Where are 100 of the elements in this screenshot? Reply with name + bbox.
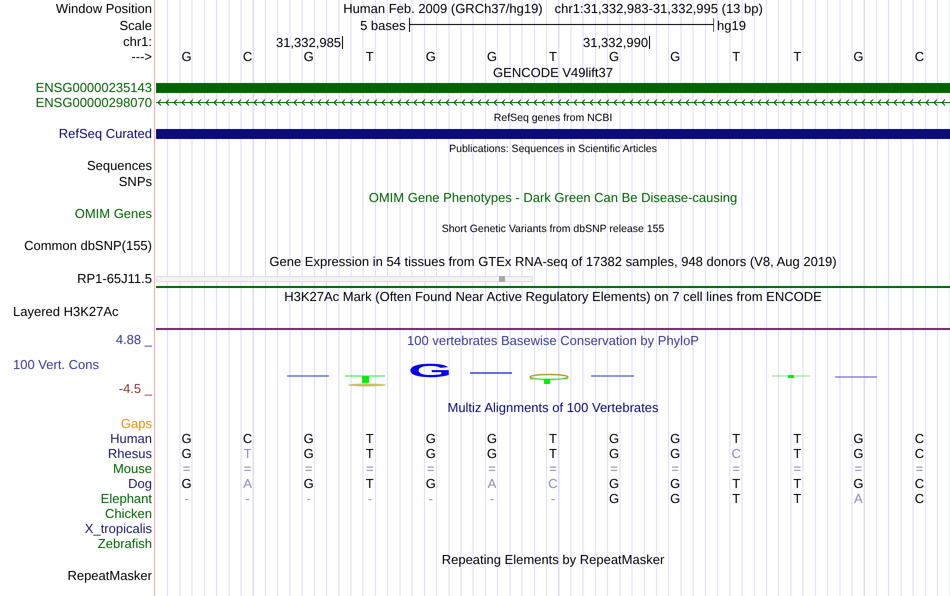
- base-letter: T: [732, 49, 740, 64]
- base-letter: G: [426, 49, 436, 64]
- alignment-base: G: [426, 476, 436, 491]
- track-title: H3K27Ac Mark (Often Found Near Active Regulatory Elements) on 7 cell lines from ENCODE: [284, 288, 822, 304]
- alignment-base: =: [549, 461, 557, 476]
- scale-text: 5 bases: [360, 18, 406, 32]
- axis-min-label: -4.5 _: [118, 381, 152, 396]
- alignment-base: -: [490, 491, 494, 506]
- sequence-logo-letter: G: [408, 360, 452, 382]
- alignment-base: G: [853, 431, 864, 446]
- alignment-base: G: [426, 446, 436, 461]
- base-letter: G: [853, 49, 864, 64]
- alignment-base: T: [793, 491, 802, 506]
- alignment-base: G: [304, 476, 314, 491]
- track-title: 100 vertebrates Basewise Conservation by PhyloP: [407, 332, 699, 348]
- axis-max-label: 4.88 _: [116, 332, 152, 347]
- track-title: Repeating Elements by RepeatMasker: [442, 552, 664, 566]
- base-letter: T: [549, 49, 557, 64]
- alignment-base: -: [306, 491, 311, 506]
- alignment-base: G: [426, 431, 436, 446]
- track-label: SNPs: [118, 174, 152, 188]
- track-label: Chicken: [105, 506, 152, 521]
- base-letter: T: [366, 49, 374, 64]
- alignment-base: C: [732, 446, 741, 461]
- track-label: Zebrafish: [98, 536, 152, 551]
- track-label: Human: [110, 431, 152, 446]
- alignment-base: -: [184, 491, 189, 506]
- alignment-base: G: [609, 446, 620, 461]
- alignment-base: T: [732, 476, 740, 491]
- track-label: Sequences: [86, 158, 152, 172]
- track-label: ENSG00000298070: [36, 95, 152, 110]
- base-letter: G: [609, 49, 620, 64]
- base-letter: G: [304, 49, 314, 64]
- alignment-base: G: [853, 446, 864, 461]
- alignment-base: =: [854, 461, 862, 476]
- alignment-base: T: [366, 476, 374, 491]
- alignment-base: C: [914, 491, 924, 506]
- alignment-base: =: [916, 461, 924, 476]
- alignment-base: C: [914, 446, 924, 461]
- alignment-base: =: [671, 461, 679, 476]
- alignment-base: G: [670, 431, 680, 446]
- alignment-base: G: [609, 491, 620, 506]
- track-label: Common dbSNP(155): [24, 238, 152, 252]
- alignment-base: A: [854, 491, 863, 506]
- track-label: Rhesus: [108, 446, 152, 461]
- alignment-base: G: [609, 476, 620, 491]
- track-label: RepeatMasker: [67, 568, 152, 582]
- alignment-base: T: [732, 491, 740, 506]
- alignment-base: G: [670, 446, 680, 461]
- alignment-base: C: [914, 431, 924, 446]
- alignment-base: -: [245, 491, 250, 506]
- alignment-base: G: [486, 446, 497, 461]
- alignment-base: G: [181, 476, 192, 491]
- alignment-base: -: [428, 491, 433, 506]
- alignment-base: G: [670, 491, 680, 506]
- alignment-base: G: [304, 446, 314, 461]
- track-label: X_tropicalis: [84, 521, 152, 536]
- alignment-base: =: [366, 461, 374, 476]
- track-title: OMIM Gene Phenotypes - Dark Green Can Be Disease-causing: [368, 190, 738, 204]
- base-letter: G: [486, 49, 497, 64]
- alignment-base: T: [793, 476, 802, 491]
- track-label: Layered H3K27Ac: [13, 304, 119, 319]
- alignment-base: T: [549, 446, 557, 461]
- alignment-base: G: [853, 476, 864, 491]
- assembly-title: Human Feb. 2009 (GRCh37/hg19): [343, 1, 543, 16]
- alignment-base: C: [242, 431, 252, 446]
- track-label: ENSG00000235143: [36, 80, 152, 95]
- alignment-base: -: [368, 491, 372, 506]
- alignment-base: C: [548, 476, 558, 491]
- alignment-base: A: [243, 476, 252, 491]
- track-label: OMIM Genes: [74, 206, 152, 220]
- alignment-base: C: [914, 476, 924, 491]
- track-label: Gaps: [120, 416, 152, 430]
- alignment-base: T: [549, 431, 557, 446]
- track-label: Scale: [119, 18, 152, 32]
- position-tick-label: 31,332,990: [582, 36, 650, 49]
- track-title: RefSeq genes from NCBI: [494, 112, 612, 124]
- alignment-base: T: [793, 431, 802, 446]
- alignment-base: G: [486, 431, 497, 446]
- alignment-base: G: [181, 431, 192, 446]
- base-letter: G: [181, 49, 192, 64]
- base-letter: C: [242, 49, 252, 64]
- track-title: Short Genetic Variants from dbSNP release 155: [442, 223, 664, 235]
- alignment-base: -: [550, 491, 556, 506]
- track-label: Window Position: [56, 1, 152, 16]
- alignment-base: T: [793, 446, 802, 461]
- base-letter: T: [793, 49, 802, 64]
- alignment-base: =: [244, 461, 252, 476]
- alignment-base: T: [366, 431, 374, 446]
- track-label: Mouse: [112, 461, 152, 476]
- position-range: chr1:31,332,983-31,332,995 (13 bp): [554, 1, 763, 16]
- base-letter: C: [914, 49, 924, 64]
- track-label: RP1-65J11.5: [77, 271, 152, 286]
- alignment-base: T: [366, 446, 374, 461]
- track-label: RefSeq Curated: [58, 126, 152, 141]
- alignment-base: G: [609, 431, 620, 446]
- track-label: Dog: [128, 476, 152, 491]
- position-tick-label: 31,332,985: [276, 36, 344, 49]
- alignment-base: =: [427, 461, 435, 476]
- assembly-name: hg19: [717, 18, 746, 32]
